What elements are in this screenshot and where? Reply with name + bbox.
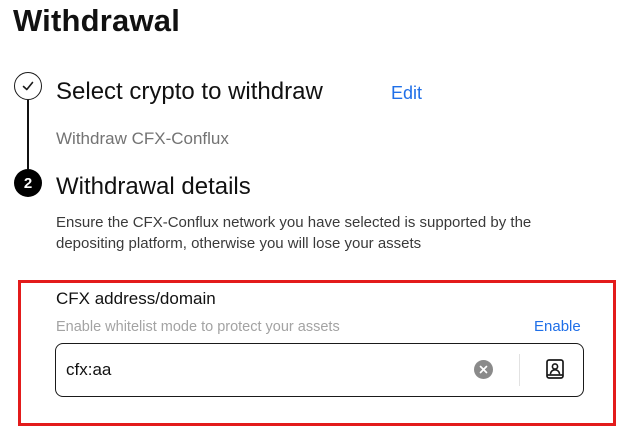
enable-whitelist-link[interactable]: Enable [534,318,581,335]
input-divider [519,354,520,386]
check-icon [22,81,34,91]
stepper-connector [27,100,29,169]
address-input-container [55,343,584,397]
step1-check-icon [14,72,42,100]
step1-title: Select crypto to withdraw [56,78,323,105]
step2-number-badge: 2 [14,169,42,197]
whitelist-hint: Enable whitelist mode to protect your as… [56,319,340,335]
step2-number: 2 [23,174,33,192]
close-icon [479,365,488,374]
address-book-icon[interactable] [543,357,567,381]
selected-crypto-summary: Withdraw CFX-Conflux [56,129,229,148]
contact-book-icon [546,359,564,379]
edit-link[interactable]: Edit [391,83,422,104]
clear-input-icon[interactable] [474,360,493,379]
network-warning-text: Ensure the CFX-Conflux network you have … [56,214,532,252]
address-input[interactable] [66,355,456,385]
page-title: Withdrawal [13,3,181,38]
address-field-label: CFX address/domain [56,289,216,308]
step2-title: Withdrawal details [56,173,251,200]
